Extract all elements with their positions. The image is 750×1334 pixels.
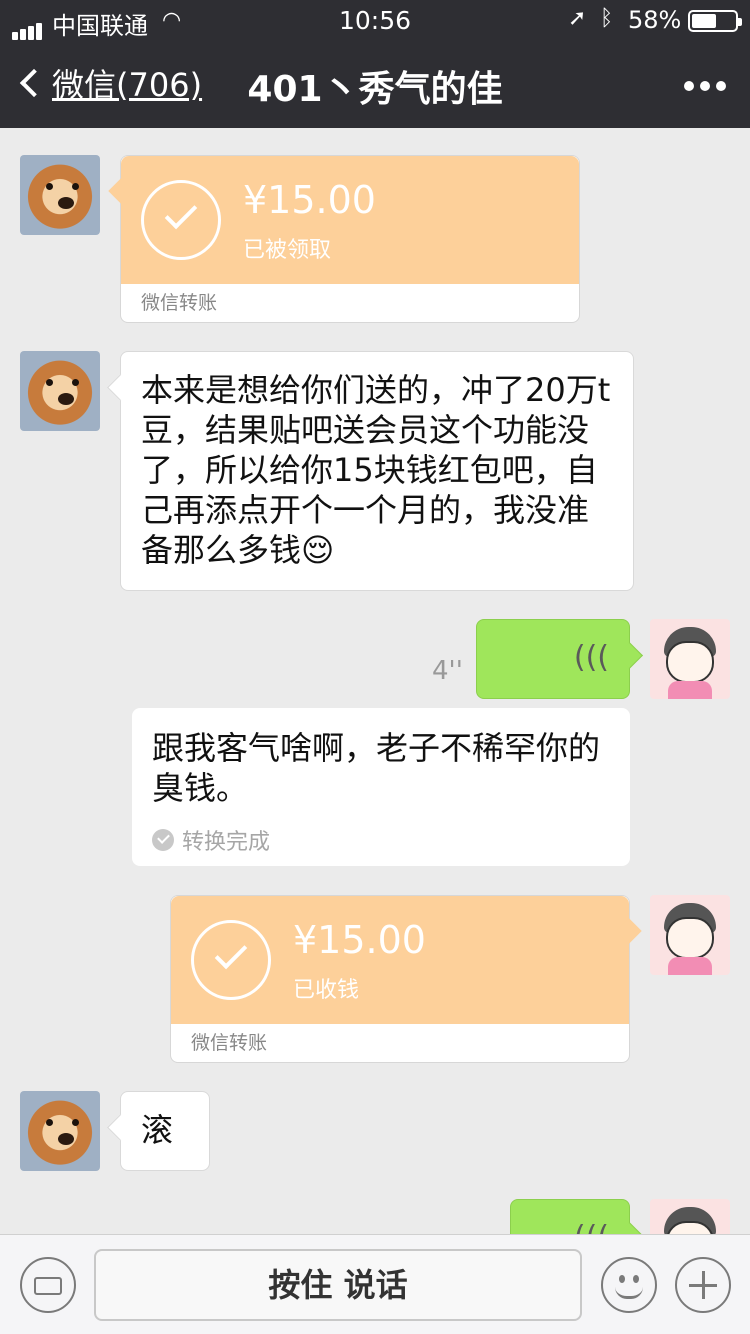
friend-avatar[interactable]: [20, 351, 100, 431]
transfer-status: 已收钱: [293, 978, 360, 1003]
transfer-status: 已被领取: [243, 238, 332, 263]
conversion-status-label: 转换完成: [182, 830, 271, 855]
message-text: 本来是想给你们送的，冲了20万t豆，结果贴吧送会员这个功能没了，所以给你15块钱…: [141, 371, 611, 569]
emoji-button[interactable]: [601, 1257, 657, 1313]
check-icon: [152, 829, 174, 851]
friend-avatar[interactable]: [20, 1091, 100, 1171]
voice-wave-icon: (((: [573, 640, 609, 675]
friend-avatar[interactable]: [20, 155, 100, 235]
my-avatar[interactable]: [650, 619, 730, 699]
battery-percent: 58%: [628, 6, 682, 34]
battery-icon: [688, 10, 742, 32]
emoji-icon: 😌: [301, 531, 335, 569]
keyboard-icon: [34, 1277, 62, 1295]
keyboard-toggle-button[interactable]: [20, 1257, 76, 1313]
chat-title: 401丶秀气的佳: [247, 69, 503, 110]
check-circle-icon: [141, 180, 221, 260]
transfer-amount: ¥15.00: [293, 918, 426, 962]
transfer-footer: 微信转账: [141, 292, 218, 314]
message-bubble[interactable]: 滚: [120, 1091, 210, 1171]
transfer-card[interactable]: ¥15.00 已收钱 微信转账: [170, 895, 630, 1063]
voice-message-bubble[interactable]: (((: [476, 619, 630, 699]
message-text: 滚: [141, 1111, 174, 1149]
voice-to-text-card[interactable]: 跟我客气啥啊，老子不稀罕你的臭钱。 转换完成: [132, 708, 630, 866]
conversion-status: 转换完成: [152, 824, 270, 856]
message-bubble[interactable]: 本来是想给你们送的，冲了20万t豆，结果贴吧送会员这个功能没了，所以给你15块钱…: [120, 351, 634, 591]
voice-message-bubble[interactable]: (((: [510, 1199, 630, 1234]
transfer-footer: 微信转账: [191, 1032, 268, 1054]
chat-area[interactable]: ¥15.00 已被领取 微信转账 本来是想给你们送的，冲了20万t豆，结果贴吧送…: [0, 128, 750, 1234]
status-bar: 中国联通 ◠ 10:56 ➚ ᛒ 58%: [0, 0, 750, 40]
more-options-icon[interactable]: [678, 76, 726, 95]
transfer-card-top: ¥15.00 已收钱: [171, 896, 629, 1024]
hold-to-talk-button[interactable]: 按住 说话: [94, 1249, 582, 1321]
converted-text: 跟我客气啥啊，老子不稀罕你的臭钱。: [152, 729, 601, 807]
input-bar: 按住 说话: [0, 1234, 750, 1334]
voice-duration: 4'': [432, 656, 463, 686]
my-avatar[interactable]: [650, 895, 730, 975]
plus-icon[interactable]: [675, 1257, 731, 1313]
check-circle-icon: [191, 920, 271, 1000]
transfer-card[interactable]: ¥15.00 已被领取 微信转账: [120, 155, 580, 323]
bluetooth-icon: ᛒ: [600, 6, 614, 31]
transfer-amount: ¥15.00: [243, 178, 376, 222]
location-icon: ➚: [568, 6, 587, 31]
transfer-card-top: ¥15.00 已被领取: [121, 156, 579, 284]
top-header: 中国联通 ◠ 10:56 ➚ ᛒ 58% 微信(706) 401丶秀气的佳: [0, 0, 750, 128]
my-avatar[interactable]: [650, 1199, 730, 1234]
voice-wave-icon: (((: [574, 1218, 609, 1234]
